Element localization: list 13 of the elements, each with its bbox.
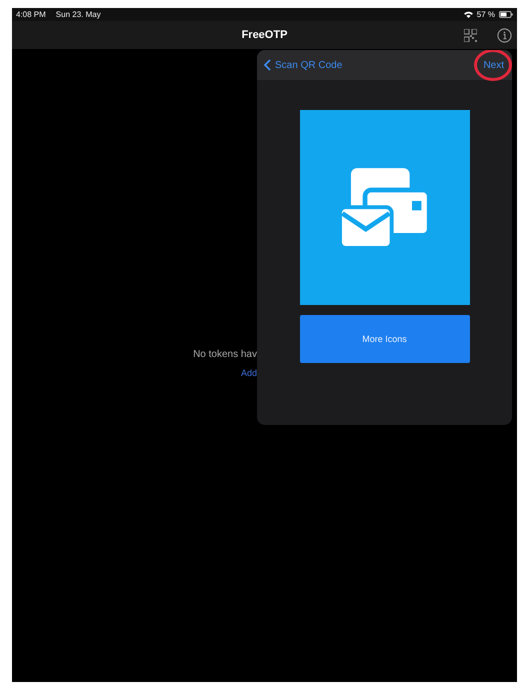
back-button[interactable]: Scan QR Code — [264, 59, 342, 71]
status-time: 4:08 PM — [16, 10, 46, 19]
battery-percent: 57 % — [476, 10, 495, 19]
wifi-icon — [464, 11, 473, 18]
qr-code-icon[interactable] — [464, 29, 477, 42]
app-title: FreeOTP — [242, 29, 288, 41]
info-icon[interactable] — [497, 28, 512, 43]
more-icons-button[interactable]: More Icons — [300, 315, 470, 363]
chevron-left-icon — [264, 59, 271, 71]
battery-icon — [499, 11, 513, 18]
status-date: Sun 23. May — [56, 10, 101, 19]
add-link[interactable]: Add — [240, 368, 257, 378]
empty-message: No tokens hav — [193, 349, 257, 360]
